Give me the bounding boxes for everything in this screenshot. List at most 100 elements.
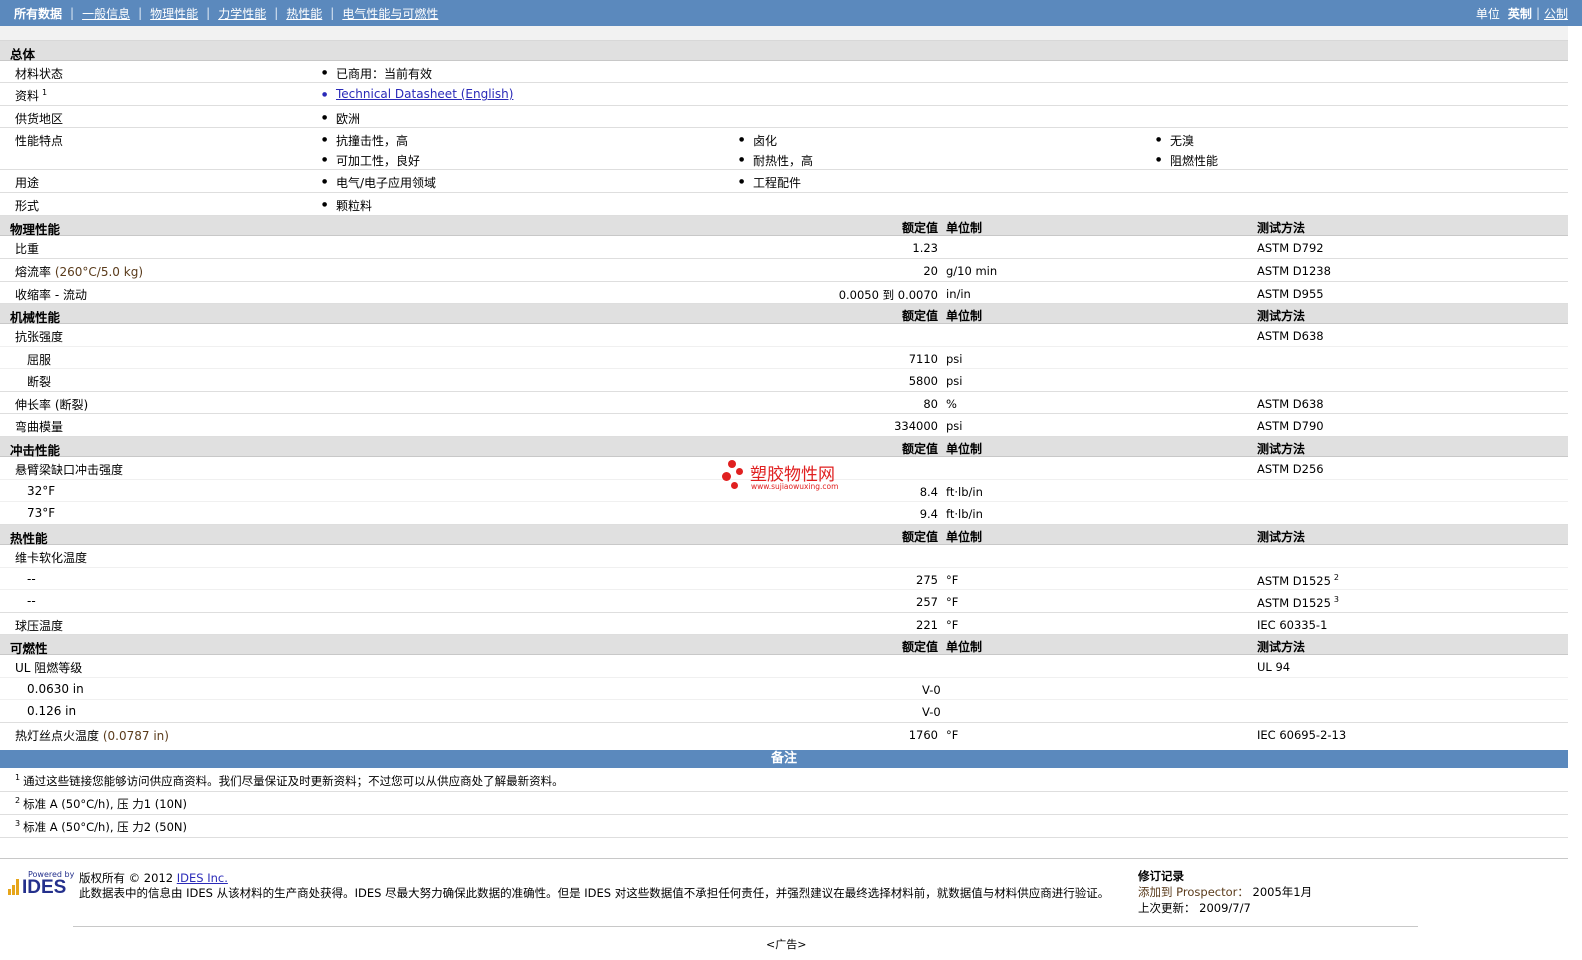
row-ul-rating: UL 阻燃等级 UL 94 (0, 655, 1568, 678)
test-method: IEC 60695-2-13 (1257, 728, 1347, 742)
row-region: 供货地区 欧洲 (0, 106, 1568, 128)
watermark-url: www.sujiaowuxing.com (751, 482, 839, 491)
feature-item: 耐热性，高 (739, 152, 813, 169)
condition-text: - 流动 (54, 288, 87, 302)
property-label: 32°F (27, 484, 56, 498)
property-label: 断裂 (27, 375, 52, 389)
row-gwit: 热灯丝点火温度 (0.0787 in) 1760 °F IEC 60695-2-… (0, 723, 1568, 746)
copyright-text: 版权所有 © 2012 (79, 871, 174, 885)
header-value: 额定值 (901, 309, 938, 323)
property-unit: ft·lb/in (946, 507, 983, 521)
property-unit: in/in (946, 287, 971, 301)
property-label: 0.0630 in (27, 682, 84, 696)
ides-link[interactable]: IDES Inc. (177, 871, 228, 885)
property-label: 73°F (27, 506, 56, 520)
header-method: 测试方法 (1257, 640, 1306, 654)
watermark-dot (731, 482, 738, 489)
revision-title: 修订记录 (1138, 869, 1184, 883)
unit-metric-button[interactable]: 公制 (1544, 5, 1568, 22)
section-impact: 冲击性能 额定值 单位制 测试方法 (0, 437, 1568, 458)
property-value: 1760 (908, 728, 938, 742)
row-ball-pressure: 球压温度 221 °F IEC 60335-1 (0, 613, 1568, 635)
advertisement-label[interactable]: <广告> (766, 936, 806, 952)
header-unit: 单位制 (946, 530, 983, 544)
row-izod-73f: 73°F 9.4 ft·lb/in (0, 502, 1568, 525)
property-label: -- (27, 572, 36, 586)
nav-separator: | (138, 6, 143, 20)
section-mechanical: 机械性能 额定值 单位制 测试方法 (0, 304, 1568, 325)
property-value: 257 (916, 595, 938, 609)
property-unit: % (946, 397, 957, 411)
note-divider (0, 791, 1568, 792)
section-general: 总体 (0, 41, 1568, 62)
feature-item: 抗撞击性，高 (322, 132, 408, 149)
test-method: IEC 60335-1 (1257, 618, 1328, 632)
header-spacer (0, 26, 1568, 41)
property-unit: psi (946, 374, 963, 388)
updated-value: 2009/7/7 (1199, 901, 1251, 915)
watermark-dot (728, 460, 736, 468)
technical-datasheet-link[interactable]: Technical Datasheet (English) (322, 87, 513, 101)
header-method: 测试方法 (1257, 309, 1306, 323)
row-material-status: 材料状态 已商用：当前有效 (0, 61, 1568, 83)
row-shrinkage: 收缩率 - 流动 0.0050 到 0.0070 in/in ASTM D955 (0, 282, 1568, 304)
row-tensile-yield: 屈服 7110 psi (0, 347, 1568, 369)
unit-imperial-button[interactable]: 英制 (1508, 5, 1532, 22)
test-method: ASTM D1525 3 (1257, 595, 1339, 610)
label-text: 热灯丝点火温度 (15, 729, 100, 743)
footer-divider (0, 858, 1568, 859)
property-label: -- (27, 594, 36, 608)
nav-separator: | (70, 6, 75, 20)
note-item: 2 标准 A (50°C/h), 压 力1 (10N) (15, 796, 187, 812)
test-method: ASTM D790 (1257, 419, 1324, 433)
property-value: 1.23 (912, 241, 938, 255)
form-value: 颗粒料 (322, 197, 372, 214)
row-vicat: 维卡软化温度 (0, 545, 1568, 568)
nav-separator: | (330, 6, 335, 20)
note-divider (0, 837, 1568, 838)
notes-header: 备注 (0, 750, 1568, 768)
nav-tab-physical[interactable]: 物理性能 (150, 5, 198, 22)
nav-tab-thermal[interactable]: 热性能 (286, 5, 322, 22)
property-unit: psi (946, 352, 963, 366)
footnote-ref: 2 (1333, 573, 1339, 582)
note-number: 2 (15, 796, 21, 806)
updated-label: 上次更新： (1138, 901, 1196, 915)
row-tensile-strength: 抗张强度 ASTM D638 (0, 324, 1568, 347)
note-number: 3 (15, 819, 21, 829)
method-text: ASTM D1525 (1257, 595, 1331, 610)
property-label: 弯曲模量 (15, 420, 64, 434)
header-unit: 单位制 (946, 309, 983, 323)
property-value: 221 (916, 618, 938, 632)
note-number: 1 (15, 773, 21, 783)
property-unit: psi (946, 419, 963, 433)
property-label: 比重 (15, 242, 40, 256)
note-item: 3 标准 A (50°C/h), 压 力2 (50N) (15, 819, 187, 835)
nav-tab-all-data[interactable]: 所有数据 (14, 5, 62, 22)
ides-logo-text: IDES (22, 877, 67, 898)
ides-logo-icon (8, 879, 22, 895)
row-vicat-2: -- 257 °F ASTM D1525 3 (0, 590, 1568, 613)
row-features: 性能特点 抗撞击性，高 卤化 无溴 可加工性，良好 耐热性，高 阻燃性能 (0, 128, 1568, 170)
right-margin (1568, 26, 1582, 960)
property-label: 球压温度 (15, 619, 64, 633)
section-thermal: 热性能 额定值 单位制 测试方法 (0, 525, 1568, 546)
row-melt-flow: 熔流率 (260°C/5.0 kg) 20 g/10 min ASTM D123… (0, 259, 1568, 282)
revision-updated: 上次更新： 2009/7/7 (1138, 900, 1312, 916)
property-label: 抗张强度 (15, 330, 64, 344)
property-label: 供货地区 (15, 112, 64, 126)
nav-tab-mechanical[interactable]: 力学性能 (218, 5, 266, 22)
revision-added: 添加到 Prospector： 2005年1月 (1138, 884, 1312, 900)
note-text: 标准 A (50°C/h), 压 力2 (50N) (23, 820, 187, 834)
property-label: 熔流率 (260°C/5.0 kg) (15, 263, 143, 280)
property-label: 用途 (15, 176, 40, 190)
nav-tab-electrical-flammability[interactable]: 电气性能与可燃性 (342, 5, 438, 22)
datasheet-table: 总体 材料状态 已商用：当前有效 资料1 Technical Datasheet… (0, 41, 1568, 746)
property-value: V-0 (922, 683, 941, 697)
nav-tab-general[interactable]: 一般信息 (82, 5, 130, 22)
feature-item: 无溴 (1156, 132, 1194, 149)
test-method: ASTM D1525 2 (1257, 573, 1339, 588)
condition-text: (0.0787 in) (102, 729, 169, 743)
status-value: 已商用：当前有效 (322, 65, 432, 82)
test-method: UL 94 (1257, 660, 1291, 674)
